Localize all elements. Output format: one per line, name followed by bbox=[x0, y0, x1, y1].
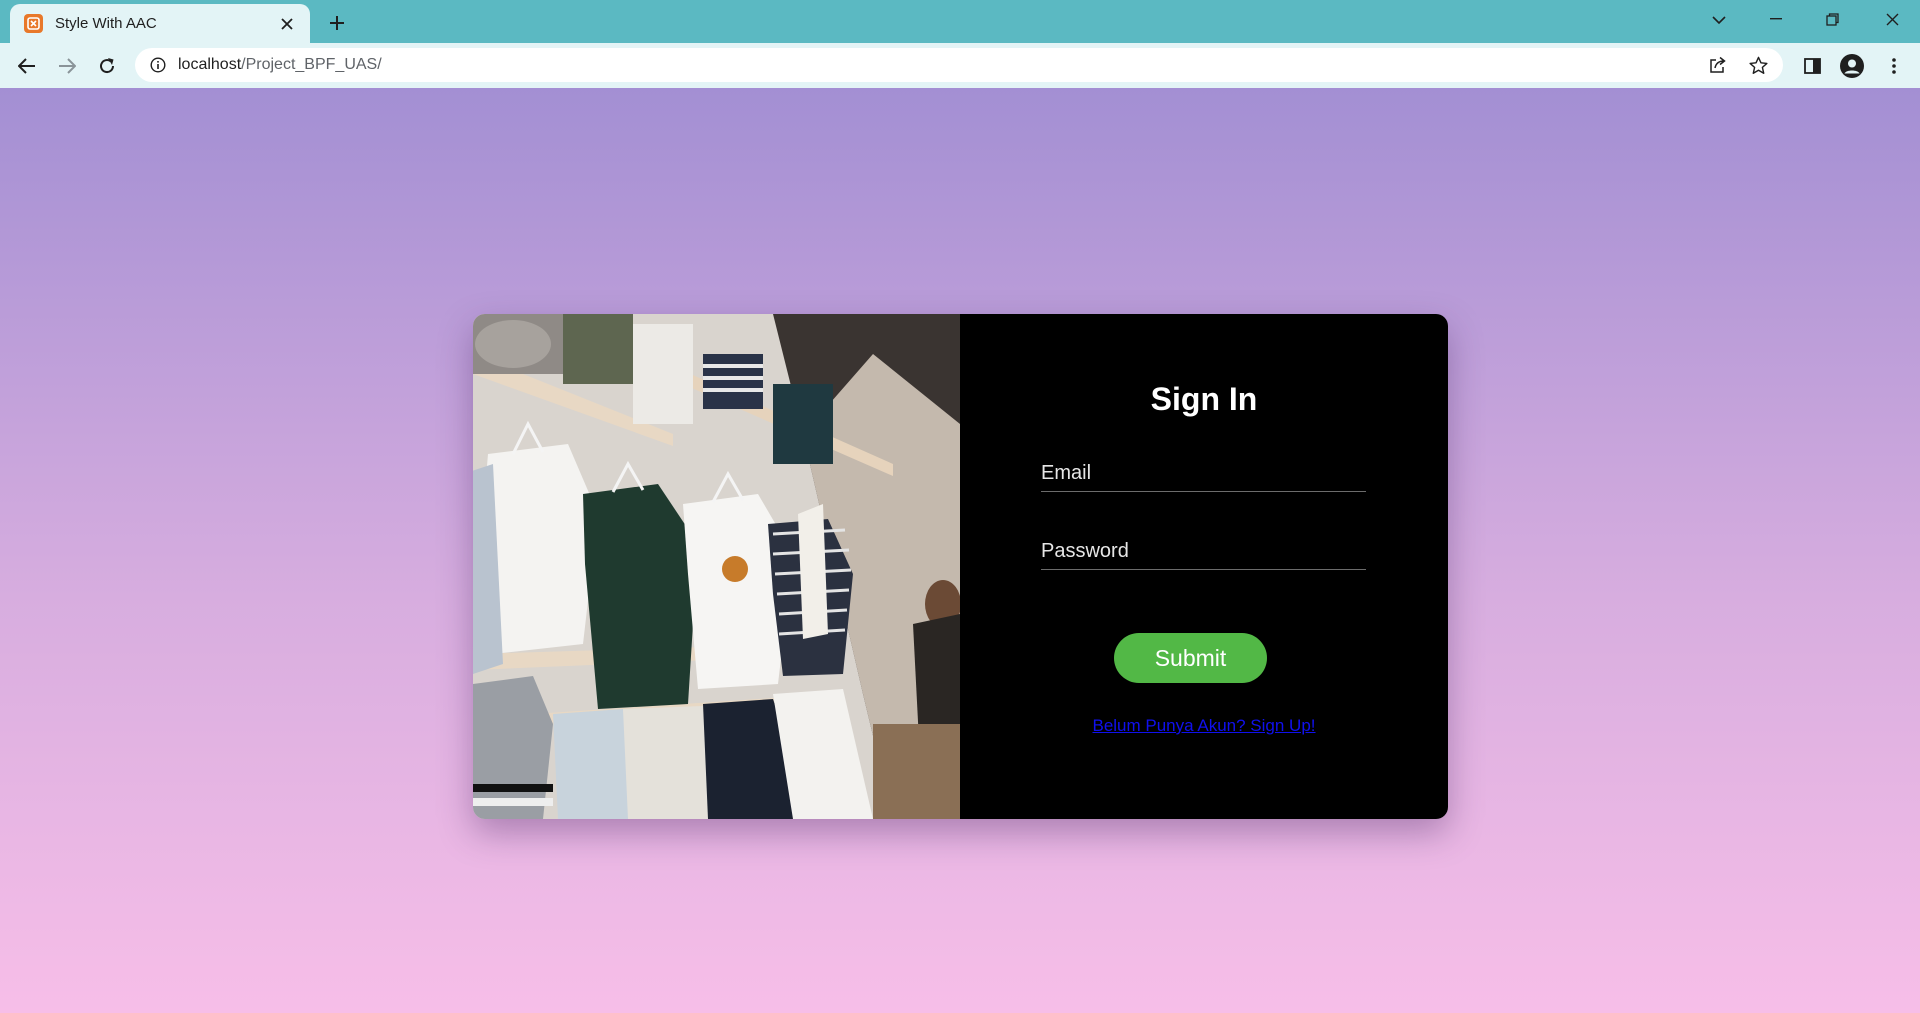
site-info-icon[interactable] bbox=[149, 56, 167, 74]
restore-icon[interactable] bbox=[1804, 0, 1860, 38]
tab-close-icon[interactable] bbox=[276, 13, 298, 35]
password-field-wrapper bbox=[1041, 534, 1366, 570]
tab-title: Style With AAC bbox=[55, 15, 157, 32]
minimize-icon[interactable] bbox=[1748, 0, 1804, 38]
address-bar[interactable]: localhost/Project_BPF_UAS/ bbox=[135, 48, 1783, 82]
back-arrow-icon[interactable] bbox=[11, 50, 43, 82]
profile-avatar-icon[interactable] bbox=[1836, 50, 1868, 82]
email-input[interactable] bbox=[1041, 456, 1366, 491]
url-host: localhost bbox=[178, 56, 242, 73]
side-panel-icon[interactable] bbox=[1796, 50, 1828, 82]
signup-link[interactable]: Belum Punya Akun? Sign Up! bbox=[960, 716, 1448, 736]
url-text[interactable]: localhost/Project_BPF_UAS/ bbox=[178, 56, 382, 74]
share-icon[interactable] bbox=[1707, 54, 1729, 76]
url-path: /Project_BPF_UAS/ bbox=[241, 56, 382, 73]
close-window-icon[interactable] bbox=[1864, 0, 1920, 38]
reload-icon[interactable] bbox=[91, 50, 123, 82]
signin-form: Sign In Submit Belum Punya Akun? Sign Up… bbox=[960, 314, 1448, 819]
signin-card: Sign In Submit Belum Punya Akun? Sign Up… bbox=[473, 314, 1448, 819]
new-tab-icon[interactable] bbox=[323, 9, 351, 37]
password-input[interactable] bbox=[1041, 534, 1366, 569]
clothing-store-photo bbox=[473, 314, 960, 819]
xampp-favicon-icon bbox=[24, 14, 43, 33]
forward-arrow-icon[interactable] bbox=[51, 50, 83, 82]
browser-toolbar: localhost/Project_BPF_UAS/ bbox=[0, 43, 1920, 88]
menu-kebab-icon[interactable] bbox=[1878, 50, 1910, 82]
bookmark-star-icon[interactable] bbox=[1747, 54, 1769, 76]
page-viewport: Sign In Submit Belum Punya Akun? Sign Up… bbox=[0, 88, 1920, 1013]
email-field-wrapper bbox=[1041, 456, 1366, 492]
browser-tab[interactable]: Style With AAC bbox=[10, 4, 310, 43]
tab-search-chevron-down-icon[interactable] bbox=[1705, 6, 1733, 34]
browser-tab-bar: Style With AAC bbox=[0, 0, 1920, 43]
signin-title: Sign In bbox=[1150, 381, 1258, 417]
submit-button[interactable]: Submit bbox=[1114, 633, 1267, 683]
